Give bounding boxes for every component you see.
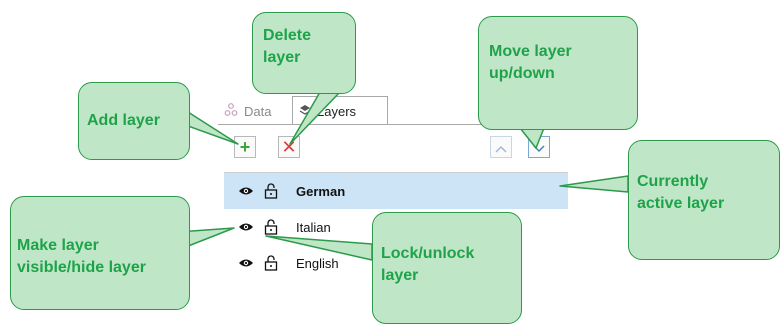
callout-delete-layer: Delete layer bbox=[252, 12, 356, 94]
add-layer-pointer bbox=[187, 111, 239, 145]
active-layer-pointer bbox=[559, 175, 629, 193]
callout-add-layer-text: Add layer bbox=[87, 112, 160, 129]
callout-delete-layer-text: Delete layer bbox=[263, 27, 312, 66]
move-layer-pointer bbox=[519, 127, 545, 149]
callout-active-layer-text: Currently active layer bbox=[637, 173, 725, 212]
callout-move-layer-text: Move layer up/down bbox=[489, 43, 572, 82]
callout-add-layer: Add layer bbox=[78, 82, 190, 160]
callout-move-layer: Move layer up/down bbox=[478, 16, 638, 130]
lock-layer-pointer bbox=[265, 235, 373, 261]
callout-active-layer: Currently active layer bbox=[628, 140, 780, 260]
delete-layer-pointer bbox=[289, 91, 341, 145]
callout-lock-layer: Lock/unlock layer bbox=[372, 212, 522, 324]
callout-visible-layer: Make layer visible/hide layer bbox=[10, 196, 190, 310]
callout-visible-layer-text: Make layer visible/hide layer bbox=[17, 237, 146, 276]
callout-lock-layer-text: Lock/unlock layer bbox=[381, 245, 475, 284]
